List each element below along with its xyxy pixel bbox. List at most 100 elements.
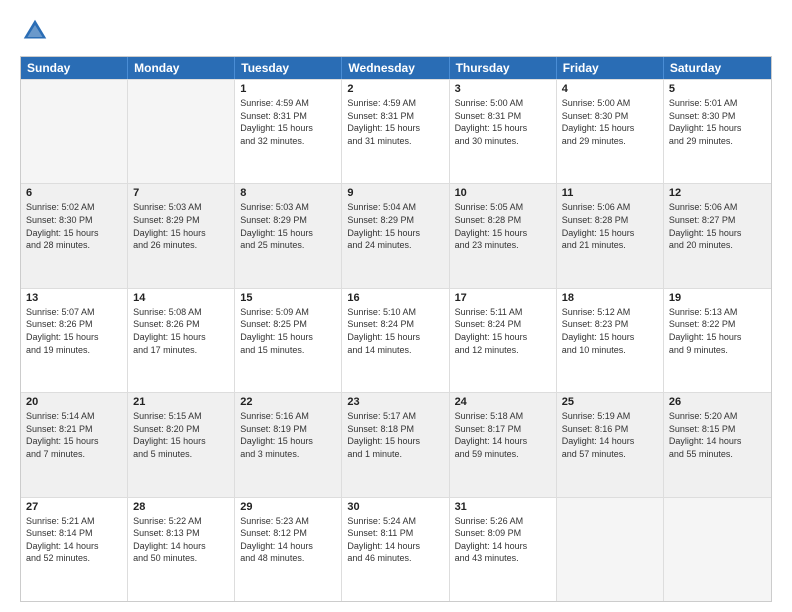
day-number: 21: [133, 396, 229, 408]
cal-cell: 21 Sunrise: 5:15 AMSunset: 8:20 PMDayligh…: [128, 393, 235, 496]
day-number: 1: [240, 83, 336, 95]
cell-details: Sunrise: 5:15 AMSunset: 8:20 PMDaylight:…: [133, 410, 229, 460]
cal-cell: 7 Sunrise: 5:03 AMSunset: 8:29 PMDaylight…: [128, 184, 235, 287]
day-number: 31: [455, 501, 551, 513]
cell-details: Sunrise: 5:07 AMSunset: 8:26 PMDaylight:…: [26, 306, 122, 356]
cell-details: Sunrise: 5:01 AMSunset: 8:30 PMDaylight:…: [669, 97, 766, 147]
day-number: 15: [240, 292, 336, 304]
cal-cell: 1 Sunrise: 4:59 AMSunset: 8:31 PMDaylight…: [235, 80, 342, 183]
day-number: 22: [240, 396, 336, 408]
header: [20, 16, 772, 46]
day-number: 13: [26, 292, 122, 304]
cal-cell: 2 Sunrise: 4:59 AMSunset: 8:31 PMDaylight…: [342, 80, 449, 183]
day-number: 14: [133, 292, 229, 304]
cell-details: Sunrise: 5:18 AMSunset: 8:17 PMDaylight:…: [455, 410, 551, 460]
cell-details: Sunrise: 5:12 AMSunset: 8:23 PMDaylight:…: [562, 306, 658, 356]
calendar: SundayMondayTuesdayWednesdayThursdayFrid…: [20, 56, 772, 602]
week-row-4: 20 Sunrise: 5:14 AMSunset: 8:21 PMDayligh…: [21, 392, 771, 496]
cal-cell: 15 Sunrise: 5:09 AMSunset: 8:25 PMDayligh…: [235, 289, 342, 392]
week-row-5: 27 Sunrise: 5:21 AMSunset: 8:14 PMDayligh…: [21, 497, 771, 601]
week-row-1: 1 Sunrise: 4:59 AMSunset: 8:31 PMDaylight…: [21, 79, 771, 183]
cal-cell: 6Sunrise: 5:02 AMSunset: 8:30 PMDaylight…: [21, 184, 128, 287]
cell-details: Sunrise: 5:17 AMSunset: 8:18 PMDaylight:…: [347, 410, 443, 460]
header-day-friday: Friday: [557, 57, 664, 79]
cal-cell: 17Sunrise: 5:11 AMSunset: 8:24 PMDayligh…: [450, 289, 557, 392]
cal-cell: 27 Sunrise: 5:21 AMSunset: 8:14 PMDayligh…: [21, 498, 128, 601]
day-number: 20: [26, 396, 122, 408]
day-number: 26: [669, 396, 766, 408]
week-row-2: 6Sunrise: 5:02 AMSunset: 8:30 PMDaylight…: [21, 183, 771, 287]
cal-cell: [21, 80, 128, 183]
cal-cell: 22 Sunrise: 5:16 AMSunset: 8:19 PMDayligh…: [235, 393, 342, 496]
cell-details: Sunrise: 5:10 AMSunset: 8:24 PMDaylight:…: [347, 306, 443, 356]
cal-cell: 5Sunrise: 5:01 AMSunset: 8:30 PMDaylight…: [664, 80, 771, 183]
day-number: 2: [347, 83, 443, 95]
cal-cell: 28Sunrise: 5:22 AMSunset: 8:13 PMDayligh…: [128, 498, 235, 601]
cal-cell: 19 Sunrise: 5:13 AMSunset: 8:22 PMDayligh…: [664, 289, 771, 392]
cell-details: Sunrise: 5:03 AMSunset: 8:29 PMDaylight:…: [133, 201, 229, 251]
logo-icon: [20, 16, 50, 46]
cal-cell: 3Sunrise: 5:00 AMSunset: 8:31 PMDaylight…: [450, 80, 557, 183]
cal-cell: [557, 498, 664, 601]
cal-cell: 12 Sunrise: 5:06 AMSunset: 8:27 PMDayligh…: [664, 184, 771, 287]
cal-cell: 4Sunrise: 5:00 AMSunset: 8:30 PMDaylight…: [557, 80, 664, 183]
header-day-saturday: Saturday: [664, 57, 771, 79]
cell-details: Sunrise: 5:08 AMSunset: 8:26 PMDaylight:…: [133, 306, 229, 356]
header-day-thursday: Thursday: [450, 57, 557, 79]
cell-details: Sunrise: 5:23 AMSunset: 8:12 PMDaylight:…: [240, 515, 336, 565]
week-row-3: 13 Sunrise: 5:07 AMSunset: 8:26 PMDayligh…: [21, 288, 771, 392]
calendar-body: 1 Sunrise: 4:59 AMSunset: 8:31 PMDaylight…: [21, 79, 771, 601]
day-number: 10: [455, 187, 551, 199]
cell-details: Sunrise: 5:20 AMSunset: 8:15 PMDaylight:…: [669, 410, 766, 460]
header-day-sunday: Sunday: [21, 57, 128, 79]
day-number: 7: [133, 187, 229, 199]
cell-details: Sunrise: 5:02 AMSunset: 8:30 PMDaylight:…: [26, 201, 122, 251]
cal-cell: 13 Sunrise: 5:07 AMSunset: 8:26 PMDayligh…: [21, 289, 128, 392]
cell-details: Sunrise: 5:16 AMSunset: 8:19 PMDaylight:…: [240, 410, 336, 460]
cell-details: Sunrise: 5:03 AMSunset: 8:29 PMDaylight:…: [240, 201, 336, 251]
day-number: 16: [347, 292, 443, 304]
day-number: 12: [669, 187, 766, 199]
cal-cell: 14 Sunrise: 5:08 AMSunset: 8:26 PMDayligh…: [128, 289, 235, 392]
cell-details: Sunrise: 5:09 AMSunset: 8:25 PMDaylight:…: [240, 306, 336, 356]
cell-details: Sunrise: 4:59 AMSunset: 8:31 PMDaylight:…: [347, 97, 443, 147]
cal-cell: 9 Sunrise: 5:04 AMSunset: 8:29 PMDaylight…: [342, 184, 449, 287]
header-day-wednesday: Wednesday: [342, 57, 449, 79]
day-number: 11: [562, 187, 658, 199]
cell-details: Sunrise: 5:21 AMSunset: 8:14 PMDaylight:…: [26, 515, 122, 565]
day-number: 19: [669, 292, 766, 304]
header-day-tuesday: Tuesday: [235, 57, 342, 79]
day-number: 27: [26, 501, 122, 513]
day-number: 25: [562, 396, 658, 408]
cell-details: Sunrise: 5:04 AMSunset: 8:29 PMDaylight:…: [347, 201, 443, 251]
cal-cell: 26 Sunrise: 5:20 AMSunset: 8:15 PMDayligh…: [664, 393, 771, 496]
cell-details: Sunrise: 5:06 AMSunset: 8:27 PMDaylight:…: [669, 201, 766, 251]
cell-details: Sunrise: 5:06 AMSunset: 8:28 PMDaylight:…: [562, 201, 658, 251]
calendar-header: SundayMondayTuesdayWednesdayThursdayFrid…: [21, 57, 771, 79]
day-number: 8: [240, 187, 336, 199]
logo: [20, 16, 54, 46]
cal-cell: 8 Sunrise: 5:03 AMSunset: 8:29 PMDaylight…: [235, 184, 342, 287]
cal-cell: 10 Sunrise: 5:05 AMSunset: 8:28 PMDayligh…: [450, 184, 557, 287]
day-number: 23: [347, 396, 443, 408]
cal-cell: 30 Sunrise: 5:24 AMSunset: 8:11 PMDayligh…: [342, 498, 449, 601]
cal-cell: 16 Sunrise: 5:10 AMSunset: 8:24 PMDayligh…: [342, 289, 449, 392]
cal-cell: 20 Sunrise: 5:14 AMSunset: 8:21 PMDayligh…: [21, 393, 128, 496]
cal-cell: [664, 498, 771, 601]
cal-cell: 31Sunrise: 5:26 AMSunset: 8:09 PMDayligh…: [450, 498, 557, 601]
cell-details: Sunrise: 5:24 AMSunset: 8:11 PMDaylight:…: [347, 515, 443, 565]
cell-details: Sunrise: 5:22 AMSunset: 8:13 PMDaylight:…: [133, 515, 229, 565]
cal-cell: 25Sunrise: 5:19 AMSunset: 8:16 PMDayligh…: [557, 393, 664, 496]
day-number: 30: [347, 501, 443, 513]
day-number: 9: [347, 187, 443, 199]
header-day-monday: Monday: [128, 57, 235, 79]
cell-details: Sunrise: 5:14 AMSunset: 8:21 PMDaylight:…: [26, 410, 122, 460]
day-number: 24: [455, 396, 551, 408]
cell-details: Sunrise: 5:05 AMSunset: 8:28 PMDaylight:…: [455, 201, 551, 251]
page: SundayMondayTuesdayWednesdayThursdayFrid…: [0, 0, 792, 612]
cell-details: Sunrise: 4:59 AMSunset: 8:31 PMDaylight:…: [240, 97, 336, 147]
cell-details: Sunrise: 5:00 AMSunset: 8:31 PMDaylight:…: [455, 97, 551, 147]
cal-cell: 11 Sunrise: 5:06 AMSunset: 8:28 PMDayligh…: [557, 184, 664, 287]
cell-details: Sunrise: 5:13 AMSunset: 8:22 PMDaylight:…: [669, 306, 766, 356]
cell-details: Sunrise: 5:00 AMSunset: 8:30 PMDaylight:…: [562, 97, 658, 147]
